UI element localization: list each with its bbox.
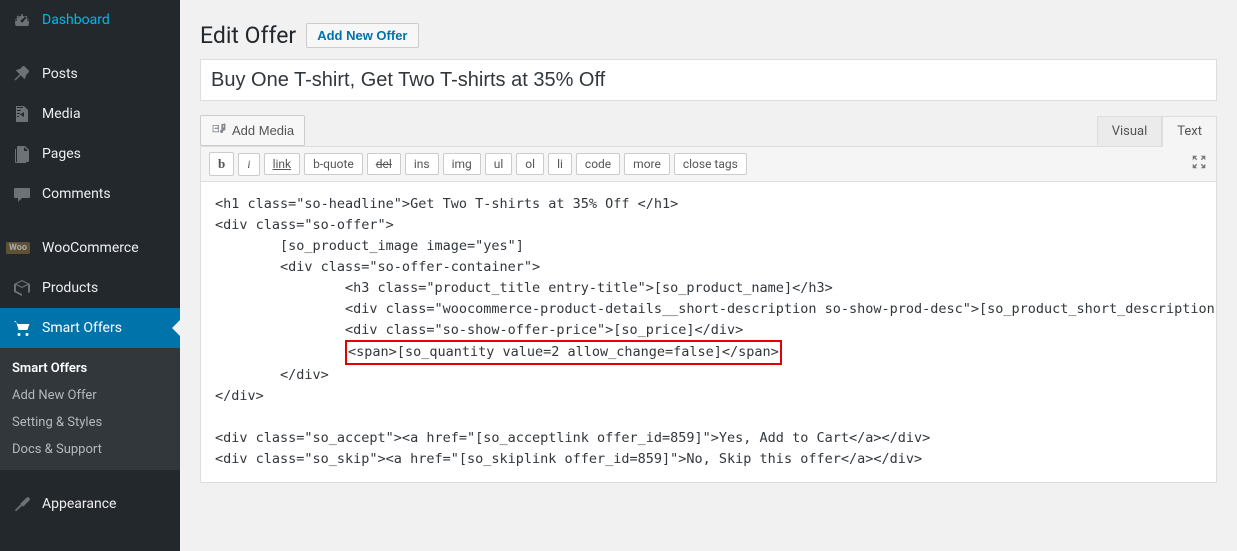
editor-toolbar: Add Media Visual Text [200,115,1217,146]
offer-title-input[interactable] [200,59,1217,101]
add-media-button[interactable]: Add Media [200,115,305,146]
submenu-item-docs-support[interactable]: Docs & Support [0,436,180,463]
main-content: Edit Offer Add New Offer Add Media Visua… [180,0,1237,551]
sidebar-item-label: Media [42,106,81,122]
cart-icon [12,318,32,338]
qt-more-button[interactable]: more [624,153,670,175]
qt-img-button[interactable]: img [443,153,481,175]
page-title: Edit Offer [200,22,296,49]
add-new-offer-button[interactable]: Add New Offer [306,23,418,48]
sidebar-item-dashboard[interactable]: Dashboard [0,0,180,40]
qt-italic-button[interactable]: i [238,153,259,176]
submenu-item-add-new-offer[interactable]: Add New Offer [0,382,180,409]
sidebar-item-pages[interactable]: Pages [0,134,180,174]
qt-ul-button[interactable]: ul [485,153,513,175]
sidebar-submenu: Smart Offers Add New Offer Setting & Sty… [0,348,180,470]
qt-li-button[interactable]: li [548,153,572,175]
tab-visual[interactable]: Visual [1097,116,1163,146]
separator [0,214,180,228]
sidebar-item-appearance[interactable]: Appearance [0,484,180,524]
quicktags-toolbar: b i link b-quote del ins img ul ol li co… [201,147,1216,182]
sidebar-item-smart-offers[interactable]: Smart Offers [0,308,180,348]
qt-ins-button[interactable]: ins [405,153,439,175]
editor-panel: b i link b-quote del ins img ul ol li co… [200,146,1217,483]
editor-tabs: Visual Text [1097,116,1217,146]
sidebar-item-products[interactable]: Products [0,268,180,308]
qt-link-button[interactable]: link [264,153,301,175]
tab-text[interactable]: Text [1162,116,1217,147]
admin-sidebar: Dashboard Posts Media Pages Comments Woo… [0,0,180,551]
comments-icon [12,184,32,204]
pages-icon [12,144,32,164]
appearance-icon [12,494,32,514]
pin-icon [12,64,32,84]
media-icon [12,104,32,124]
qt-del-button[interactable]: del [367,153,401,175]
qt-ol-button[interactable]: ol [516,153,544,175]
separator [0,40,180,54]
qt-bquote-button[interactable]: b-quote [304,153,363,175]
submenu-item-smart-offers[interactable]: Smart Offers [0,355,180,382]
dashboard-icon [12,10,32,30]
qt-closetags-button[interactable]: close tags [674,153,747,175]
qt-code-button[interactable]: code [576,153,620,175]
page-header: Edit Offer Add New Offer [200,10,1217,49]
sidebar-item-label: Smart Offers [42,320,122,336]
add-media-label: Add Media [232,123,294,138]
sidebar-item-label: Dashboard [42,12,110,28]
sidebar-item-label: Appearance [42,496,116,512]
products-icon [12,278,32,298]
editor-textarea[interactable]: <h1 class="so-headline">Get Two T-shirts… [201,182,1216,482]
sidebar-item-label: Pages [42,146,81,162]
fullscreen-icon[interactable] [1190,153,1208,175]
sidebar-item-media[interactable]: Media [0,94,180,134]
qt-bold-button[interactable]: b [209,152,234,176]
sidebar-item-comments[interactable]: Comments [0,174,180,214]
woocommerce-icon: Woo [12,238,32,258]
sidebar-item-woocommerce[interactable]: Woo WooCommerce [0,228,180,268]
sidebar-item-label: WooCommerce [42,240,139,256]
highlighted-code: <span>[so_quantity value=2 allow_change=… [345,340,782,365]
sidebar-item-posts[interactable]: Posts [0,54,180,94]
separator [0,470,180,484]
sidebar-item-label: Comments [42,186,111,202]
sidebar-item-label: Posts [42,66,78,82]
submenu-item-setting-styles[interactable]: Setting & Styles [0,409,180,436]
camera-music-icon [211,121,227,140]
sidebar-item-label: Products [42,280,98,296]
